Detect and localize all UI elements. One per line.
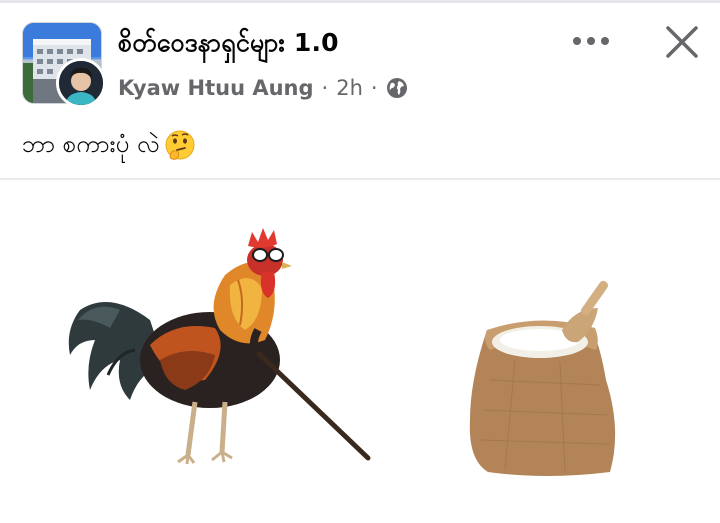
group-name-link[interactable]: စိတ်ဝေဒနာရှင်များ 1.0 (118, 27, 339, 61)
user-avatar[interactable] (56, 58, 106, 108)
post-caption: ဘာ စကားပုံ လဲ (22, 126, 197, 166)
rooster-illustration (68, 228, 371, 465)
more-horizontal-icon (573, 37, 609, 45)
globe-icon[interactable] (386, 77, 408, 99)
post-meta: Kyaw Htuu Aung · 2h · (118, 74, 408, 102)
rice-sack-illustration (469, 280, 616, 476)
thinking-face-emoji (163, 129, 197, 163)
post-image[interactable] (0, 180, 720, 523)
author-name-link[interactable]: Kyaw Htuu Aung (118, 76, 314, 100)
meta-separator: · (321, 76, 329, 100)
post-time-link[interactable]: 2h (336, 76, 363, 100)
caption-text: ဘာ စကားပုံ လဲ (22, 130, 160, 158)
post-header-avatars[interactable] (22, 22, 106, 108)
close-button[interactable] (658, 18, 706, 66)
meta-separator: · (370, 76, 378, 100)
top-border (0, 0, 720, 3)
close-icon (666, 26, 698, 58)
more-options-button[interactable] (565, 24, 617, 58)
